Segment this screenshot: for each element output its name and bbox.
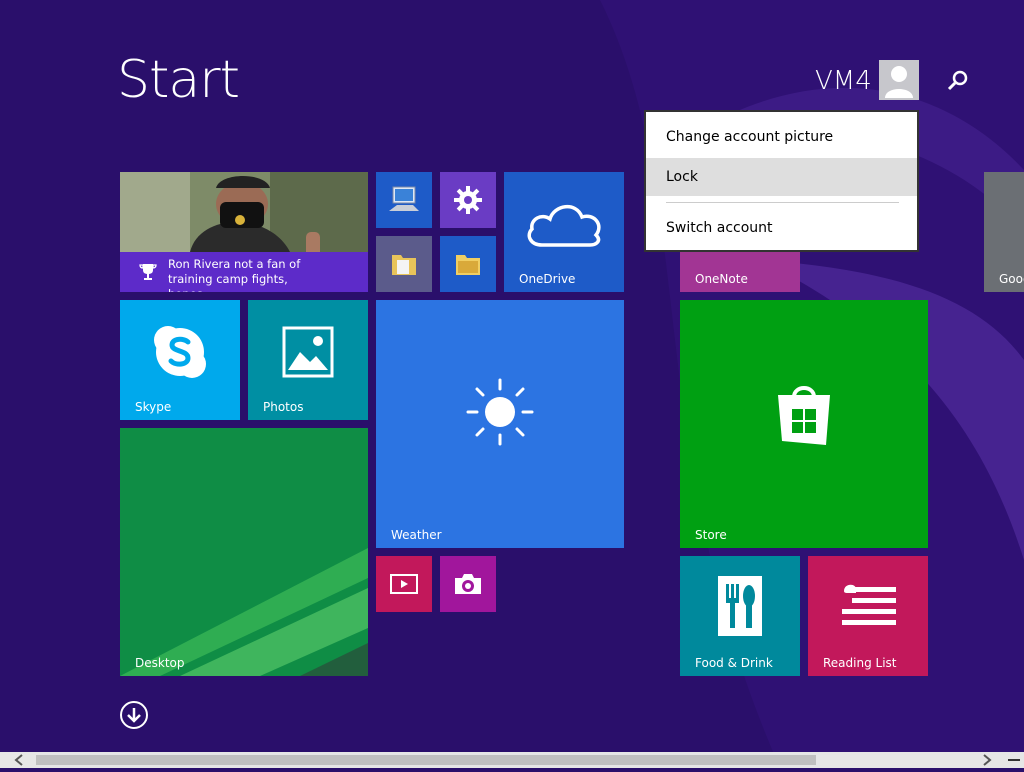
tile-label: Desktop	[135, 656, 185, 670]
tile-label: Goog	[999, 272, 1024, 286]
horizontal-scrollbar[interactable]	[0, 752, 1024, 768]
menu-item-change-account-picture[interactable]: Change account picture	[646, 118, 917, 156]
tile-skype[interactable]: Skype	[120, 300, 240, 420]
news-headline: Ron Rivera not a fan of training camp fi…	[168, 257, 301, 292]
tile-camera[interactable]	[440, 556, 496, 612]
skype-icon	[154, 326, 206, 378]
tile-desktop[interactable]: Desktop	[120, 428, 368, 676]
computer-icon	[389, 186, 419, 211]
tile-photos[interactable]: Photos	[248, 300, 368, 420]
tile-this-pc[interactable]	[376, 172, 432, 228]
arrow-down-circle-icon[interactable]	[119, 700, 149, 730]
user-name[interactable]: VM4	[815, 66, 872, 96]
tile-label: Skype	[135, 400, 172, 414]
tile-video[interactable]	[376, 556, 432, 612]
menu-item-switch-account[interactable]: Switch account	[646, 209, 917, 247]
reading-list-icon	[842, 584, 896, 625]
store-bag-icon	[778, 386, 830, 445]
desktop-wallpaper	[120, 428, 368, 676]
tile-label: OneNote	[695, 272, 748, 286]
tile-label: Food & Drink	[695, 656, 773, 670]
tile-file-explorer[interactable]	[440, 236, 496, 292]
cloud-icon	[527, 205, 601, 247]
chevron-right-icon[interactable]	[974, 752, 1000, 768]
tile-label: OneDrive	[519, 272, 576, 286]
tile-label: Store	[695, 528, 727, 542]
folder-icon	[456, 255, 480, 275]
news-banner: Ron Rivera not a fan of training camp fi…	[120, 252, 368, 292]
tile-food-drink[interactable]: Food & Drink	[680, 556, 800, 676]
search-icon[interactable]	[942, 66, 972, 96]
tile-weather[interactable]: Weather	[376, 300, 624, 548]
tile-news[interactable]: Ron Rivera not a fan of training camp fi…	[120, 172, 368, 292]
photo-icon	[282, 326, 334, 378]
tile-google[interactable]: Goog	[984, 172, 1024, 292]
fork-knife-icon	[718, 576, 762, 636]
tile-label: Weather	[391, 528, 442, 542]
user-avatar-icon[interactable]	[879, 60, 919, 100]
menu-separator	[666, 202, 899, 203]
tile-onedrive[interactable]: OneDrive	[504, 172, 624, 292]
tile-pc-settings[interactable]	[440, 172, 496, 228]
tile-label: Photos	[263, 400, 304, 414]
sun-icon	[466, 378, 534, 446]
account-menu: Change account picture Lock Switch accou…	[644, 110, 919, 252]
folder-icon	[392, 255, 416, 275]
tile-store[interactable]: Store	[680, 300, 928, 548]
camera-icon	[455, 574, 481, 594]
tile-reading-list[interactable]: Reading List	[808, 556, 928, 676]
gear-icon	[454, 186, 482, 214]
chevron-left-icon[interactable]	[0, 752, 36, 768]
tile-documents[interactable]	[376, 236, 432, 292]
zoom-out-icon[interactable]	[1004, 752, 1024, 768]
video-icon	[390, 574, 418, 594]
scrollbar-thumb[interactable]	[36, 755, 816, 765]
menu-item-lock[interactable]: Lock	[646, 158, 917, 196]
trophy-icon	[139, 264, 157, 280]
page-title: Start	[117, 50, 240, 110]
tile-label: Reading List	[823, 656, 897, 670]
